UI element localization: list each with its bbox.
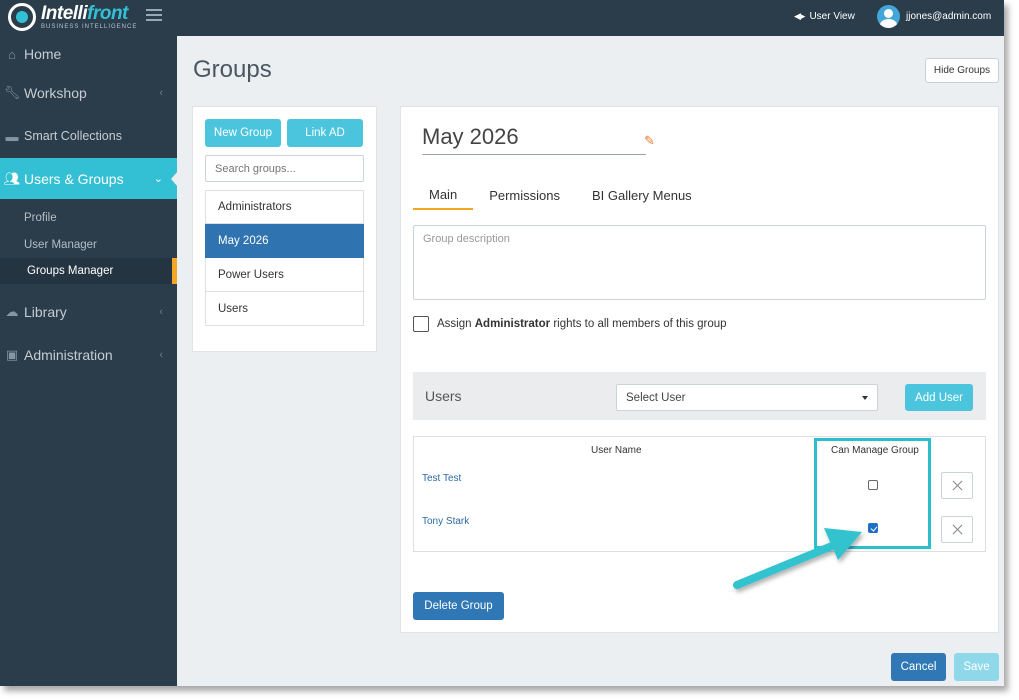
chevron-left-icon: ‹	[159, 87, 163, 99]
user-link-test-test[interactable]: Test Test	[422, 473, 461, 484]
folder-icon: ▬	[5, 128, 19, 144]
sidebar-item-workshop[interactable]: 🔧︎ Workshop ‹	[0, 73, 177, 113]
account-email: jjones@admin.com	[906, 11, 992, 22]
avatar-icon	[877, 5, 900, 28]
logo[interactable]: Intellifront BUSINESS INTELLIGENCE	[8, 3, 137, 31]
link-ad-button[interactable]: Link AD	[287, 119, 363, 147]
remove-user-button-row-2[interactable]	[941, 516, 973, 543]
logo-icon	[8, 3, 36, 31]
sidebar-subitem-user-manager[interactable]: User Manager	[0, 232, 177, 258]
remove-user-button-row-1[interactable]	[941, 472, 973, 499]
chevron-left-icon: ‹	[159, 349, 163, 361]
new-group-button[interactable]: New Group	[205, 119, 281, 147]
sidebar-item-label: Administration	[24, 347, 113, 363]
add-user-button[interactable]: Add User	[905, 384, 973, 411]
column-header-user-name: User Name	[591, 445, 642, 456]
logo-subtitle: BUSINESS INTELLIGENCE	[41, 24, 138, 30]
users-section-title: Users	[425, 388, 462, 404]
sidebar-item-label: Library	[24, 304, 67, 320]
user-view-link[interactable]: ◀▸ User View	[794, 11, 855, 22]
group-item-power-users[interactable]: Power Users	[205, 258, 364, 292]
save-button[interactable]: Save	[954, 653, 999, 681]
search-groups-input[interactable]	[205, 155, 364, 182]
user-link-tony-stark[interactable]: Tony Stark	[422, 516, 469, 527]
briefcase-icon: ▣	[5, 347, 19, 362]
callout-highlight-box	[814, 438, 931, 549]
menu-toggle-icon[interactable]	[146, 9, 162, 21]
sidebar-item-administration[interactable]: ▣ Administration ‹	[0, 335, 177, 375]
group-list: Administrators May 2026 Power Users User…	[205, 190, 364, 326]
detail-tabs: Main Permissions BI Gallery Menus	[413, 180, 708, 210]
select-user-dropdown[interactable]: Select User	[616, 384, 878, 411]
sidebar-item-users-groups[interactable]: 👥︎ Users & Groups ⌄	[0, 158, 177, 199]
tab-main[interactable]: Main	[413, 180, 474, 210]
page-title: Groups	[193, 56, 272, 83]
group-name-field[interactable]: May 2026	[422, 124, 646, 155]
sidebar-item-label: Home	[24, 46, 62, 62]
sidebar-item-label: Smart Collections	[24, 129, 122, 143]
tab-bi-gallery-menus[interactable]: BI Gallery Menus	[576, 180, 708, 210]
logo-main-text: Intelli	[41, 3, 88, 24]
user-view-label: User View	[809, 11, 855, 22]
cancel-button[interactable]: Cancel	[891, 653, 946, 681]
delete-group-button[interactable]: Delete Group	[413, 592, 504, 620]
sidebar-subitem-groups-manager[interactable]: Groups Manager	[0, 258, 177, 284]
chevron-down-icon: ⌄	[153, 173, 163, 185]
top-bar: Intellifront BUSINESS INTELLIGENCE ◀▸ Us…	[0, 0, 1004, 36]
assign-admin-label: Assign Administrator rights to all membe…	[437, 318, 727, 330]
home-icon: ⌂	[8, 46, 16, 62]
app-window: Intellifront BUSINESS INTELLIGENCE ◀▸ Us…	[0, 0, 1004, 686]
users-icon: 👥︎	[3, 170, 21, 186]
assign-admin-checkbox[interactable]	[413, 316, 429, 332]
cloud-icon: ☁	[5, 304, 19, 319]
wrench-icon: 🔧︎	[3, 85, 21, 100]
active-indicator	[171, 171, 178, 187]
group-item-selected[interactable]: May 2026	[205, 224, 364, 258]
caret-down-icon	[862, 396, 868, 400]
group-item-users[interactable]: Users	[205, 292, 364, 326]
sidebar-item-label: Users & Groups	[24, 170, 124, 187]
sidebar-item-label: Workshop	[24, 85, 87, 101]
tab-permissions[interactable]: Permissions	[473, 180, 576, 210]
sidebar-item-library[interactable]: ☁ Library ‹	[0, 292, 177, 332]
sidebar-item-home[interactable]: ⌂ Home	[0, 34, 177, 74]
group-description-input[interactable]: Group description	[413, 225, 986, 300]
sidebar-subitem-profile[interactable]: Profile	[0, 205, 177, 231]
hide-groups-button[interactable]: Hide Groups	[925, 58, 999, 83]
account-menu[interactable]: jjones@admin.com	[877, 5, 991, 28]
sidebar-item-smart-collections[interactable]: ▬ Smart Collections	[0, 116, 177, 156]
chevron-left-icon: ‹	[159, 306, 163, 318]
logo-front-text: front	[87, 3, 128, 24]
group-item-administrators[interactable]: Administrators	[205, 190, 364, 224]
pencil-icon[interactable]: ✎	[644, 133, 655, 149]
eye-icon: ◀▸	[794, 11, 806, 21]
